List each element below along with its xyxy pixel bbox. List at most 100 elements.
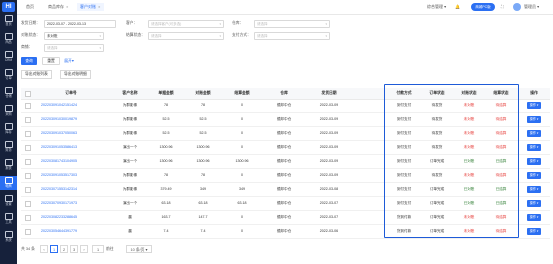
sidebar-item-orders[interactable]: 订单 bbox=[0, 68, 17, 82]
tab-product-stock[interactable]: 商品库存 ✕ bbox=[45, 3, 72, 11]
sidebar-item-system[interactable]: 系统 bbox=[0, 230, 17, 244]
date-range-picker[interactable]: 2022-03-07 - 2022-03-13 bbox=[44, 20, 116, 28]
recon-amount-cell: 1300.96 bbox=[196, 159, 210, 163]
order-no-cell[interactable]: 202203082233288645 bbox=[41, 211, 103, 224]
sidebar-item-settings[interactable]: 设置 bbox=[0, 194, 17, 208]
row-action-button[interactable]: 操作 ▾ bbox=[527, 144, 541, 151]
user-menu[interactable]: 管理员 ▾ bbox=[524, 3, 539, 11]
cart-icon bbox=[4, 105, 13, 112]
warehouse-label: 仓库： bbox=[232, 21, 244, 25]
shop-select[interactable]: 请选择 ▾ bbox=[44, 44, 104, 52]
page-3[interactable]: 3 bbox=[70, 245, 78, 253]
pay-method-select[interactable]: 请选择 ▾ bbox=[254, 32, 330, 40]
wrench-icon bbox=[4, 213, 13, 220]
tab-customer-reconciliation[interactable]: 客户对账 ✕ bbox=[77, 3, 104, 11]
order-no-cell[interactable]: 202203071553142314 bbox=[41, 183, 103, 196]
select-all-checkbox[interactable] bbox=[25, 91, 31, 97]
close-icon[interactable]: ✕ bbox=[98, 5, 101, 9]
box-icon bbox=[4, 33, 13, 40]
mall-pc-button[interactable]: 商城PC版 bbox=[471, 3, 495, 11]
customer-cell: 演出一个 bbox=[122, 201, 138, 205]
search-button[interactable]: 查询 bbox=[21, 57, 37, 65]
export-recon-list-button[interactable]: 导出对账列表 bbox=[21, 70, 52, 79]
row-checkbox[interactable] bbox=[25, 201, 31, 207]
tab-home[interactable]: 首页 bbox=[23, 3, 37, 11]
order-no-cell[interactable]: 202203081743104905 bbox=[41, 155, 103, 168]
row-checkbox[interactable] bbox=[25, 131, 31, 137]
row-action-button[interactable]: 操作 ▾ bbox=[527, 214, 541, 221]
row-checkbox[interactable] bbox=[25, 103, 31, 109]
customer-cell: 为群影像 bbox=[122, 103, 138, 107]
sidebar-item-finance[interactable]: 财务 bbox=[0, 140, 17, 154]
row-action-button[interactable]: 操作 ▾ bbox=[527, 186, 541, 193]
recon-amount-cell: 7.4 bbox=[200, 229, 206, 233]
ship-date-cell: 2022-03-09 bbox=[319, 173, 339, 177]
avatar[interactable] bbox=[513, 3, 521, 11]
export-recon-detail-button[interactable]: 导出对账明细 bbox=[60, 70, 91, 79]
order-no-cell[interactable]: 202203070930171973 bbox=[41, 197, 103, 210]
row-checkbox[interactable] bbox=[25, 173, 31, 179]
prev-page-button[interactable]: ‹ bbox=[40, 245, 48, 253]
sidebar-item-ecommerce[interactable]: 电商 bbox=[0, 176, 17, 190]
doc-amount-cell: 78 bbox=[164, 103, 168, 107]
sidebar-item-home[interactable]: 首页 bbox=[0, 14, 17, 28]
row-action-button[interactable]: 操作 ▾ bbox=[527, 102, 541, 109]
row-checkbox[interactable] bbox=[25, 229, 31, 235]
next-page-button[interactable]: › bbox=[80, 245, 88, 253]
order-no-cell[interactable]: 202203054644391779 bbox=[41, 225, 103, 238]
home-icon bbox=[4, 15, 13, 22]
row-action-button[interactable]: 操作 ▾ bbox=[527, 200, 541, 207]
row-action-button[interactable]: 操作 ▾ bbox=[527, 130, 541, 137]
chevron-down-icon: ▾ bbox=[535, 117, 539, 121]
bell-icon[interactable]: 🔔 bbox=[455, 3, 460, 11]
goto-page-input[interactable]: 1 bbox=[92, 245, 104, 253]
row-checkbox[interactable] bbox=[25, 215, 31, 221]
row-checkbox[interactable] bbox=[25, 187, 31, 193]
col-order-no: 订单号 bbox=[65, 91, 77, 95]
row-checkbox[interactable] bbox=[25, 145, 31, 151]
order-no-cell[interactable]: 202203091053517303 bbox=[41, 169, 103, 182]
sidebar-item-products[interactable]: 商品 bbox=[0, 32, 17, 46]
reset-button[interactable]: 重置 bbox=[42, 57, 60, 65]
sidebar-item-tools[interactable]: 工具 bbox=[0, 212, 17, 226]
monitor-icon bbox=[4, 231, 13, 238]
users-icon bbox=[4, 51, 13, 58]
org-switcher[interactable]: 综合管理 ▾ bbox=[427, 3, 446, 11]
order-no-cell[interactable]: 202203091042151424 bbox=[41, 99, 103, 112]
col-recon-amount: 对账金额 bbox=[195, 91, 211, 95]
page-2[interactable]: 2 bbox=[60, 245, 68, 253]
pay-method-label: 支付方式： bbox=[232, 33, 251, 37]
customer-label: 客户： bbox=[126, 21, 138, 25]
sidebar-item-crm[interactable]: CRM bbox=[0, 50, 17, 64]
chevron-down-icon: ▾ bbox=[535, 173, 539, 177]
row-action-button[interactable]: 操作 ▾ bbox=[527, 158, 541, 165]
row-action-button[interactable]: 操作 ▾ bbox=[527, 172, 541, 179]
close-icon[interactable]: ✕ bbox=[66, 5, 69, 9]
sidebar-item-reports[interactable]: 报表 bbox=[0, 158, 17, 172]
fullscreen-icon[interactable]: ⛶ bbox=[501, 3, 504, 11]
expand-button[interactable]: 展开▾ bbox=[62, 57, 76, 65]
recon-amount-cell: 1300.96 bbox=[196, 145, 210, 149]
ship-date-cell: 2022-03-09 bbox=[319, 103, 339, 107]
row-checkbox[interactable] bbox=[25, 117, 31, 123]
settle-status-cell: 已结算 bbox=[495, 159, 507, 163]
order-no-cell[interactable]: 202203091037050063 bbox=[41, 127, 103, 140]
sidebar-item-purchase[interactable]: 采购 bbox=[0, 104, 17, 118]
order-no-cell[interactable]: 202203091053586413 bbox=[41, 141, 103, 154]
settle-status-cell: 已结算 bbox=[495, 187, 507, 191]
table-row: 202203081743104905 演出一个 1300.96 1300.96 1300… bbox=[21, 155, 550, 169]
order-no-cell[interactable]: 202203091030019879 bbox=[41, 113, 103, 126]
row-checkbox[interactable] bbox=[25, 159, 31, 165]
page-size-select[interactable]: 10 条/页 ▾ bbox=[126, 245, 152, 253]
warehouse-select[interactable]: 请选择 ▾ bbox=[254, 20, 330, 28]
customer-select[interactable]: 请选择客户(可多选) ▾ bbox=[148, 20, 224, 28]
settle-status-select[interactable]: 请选择 ▾ bbox=[148, 32, 224, 40]
doc-amount-cell: 1300.96 bbox=[159, 145, 173, 149]
sidebar-item-warehouse[interactable]: 仓储 bbox=[0, 86, 17, 100]
recon-status-select[interactable]: 未对账 ▾ bbox=[44, 32, 104, 40]
page-1[interactable]: 1 bbox=[50, 245, 58, 253]
sidebar-item-stock[interactable]: 库存 bbox=[0, 122, 17, 136]
row-action-button[interactable]: 操作 ▾ bbox=[527, 116, 541, 123]
col-doc-amount: 单据金额 bbox=[158, 91, 174, 95]
row-action-button[interactable]: 操作 ▾ bbox=[527, 228, 541, 235]
